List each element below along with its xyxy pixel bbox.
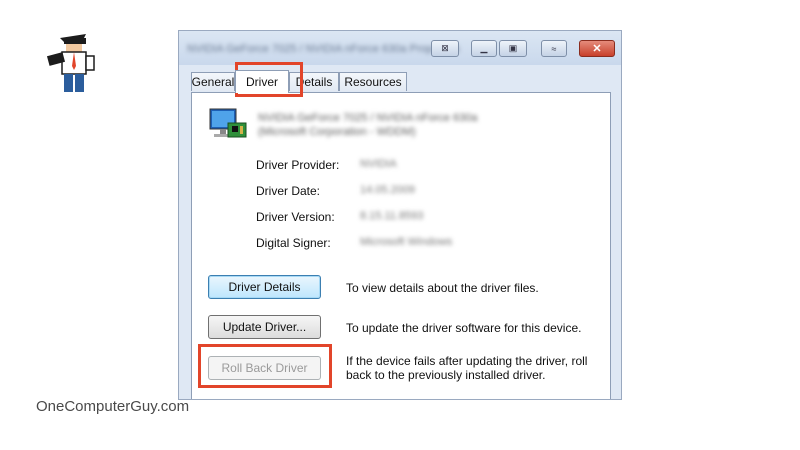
driver-version-value: 8.15.11.8593 xyxy=(360,210,424,222)
driver-date-label: Driver Date: xyxy=(256,184,321,198)
title-bar[interactable]: NVIDIA GeForce 7025 / NVIDIA nForce 630a… xyxy=(179,31,621,65)
driver-provider-value: NVIDIA xyxy=(360,158,397,170)
digital-signer-label: Digital Signer: xyxy=(256,236,331,250)
device-vendor: (Microsoft Corporation - WDDM) xyxy=(258,126,416,138)
device-name: NVIDIA GeForce 7025 / NVIDIA nForce 630a xyxy=(258,112,478,124)
driver-provider-label: Driver Provider: xyxy=(256,158,340,172)
maximize-icon[interactable]: ▣ xyxy=(499,40,527,57)
update-driver-description: To update the driver software for this d… xyxy=(346,321,582,335)
site-watermark: OneComputerGuy.com xyxy=(36,398,190,415)
device-properties-window: NVIDIA GeForce 7025 / NVIDIA nForce 630a… xyxy=(178,30,622,400)
roll-back-driver-description: If the device fails after updating the d… xyxy=(346,354,588,382)
driver-version-label: Driver Version: xyxy=(256,210,335,224)
minimize-icon[interactable]: ▁ xyxy=(471,40,497,57)
driver-tab-panel: NVIDIA GeForce 7025 / NVIDIA nForce 630a… xyxy=(191,92,611,399)
restore-icon[interactable]: ≈ xyxy=(541,40,567,57)
driver-details-button[interactable]: Driver Details xyxy=(208,275,321,299)
tab-details[interactable]: Details xyxy=(289,72,339,91)
brand-logo-icon xyxy=(46,34,95,92)
driver-date-value: 14.05.2009 xyxy=(360,184,416,196)
window-title: NVIDIA GeForce 7025 / NVIDIA nForce 630a… xyxy=(187,43,460,55)
digital-signer-value: Microsoft Windows xyxy=(360,236,453,248)
driver-details-description: To view details about the driver files. xyxy=(346,281,539,295)
device-name-block: NVIDIA GeForce 7025 / NVIDIA nForce 630a… xyxy=(258,111,478,139)
close-icon[interactable]: ✕ xyxy=(579,40,615,57)
display-adapter-icon xyxy=(209,108,247,138)
pin-icon[interactable]: ⊠ xyxy=(431,40,459,57)
tab-resources[interactable]: Resources xyxy=(339,72,407,91)
tab-general[interactable]: General xyxy=(191,72,235,91)
roll-back-driver-button[interactable]: Roll Back Driver xyxy=(208,356,321,380)
update-driver-button[interactable]: Update Driver... xyxy=(208,315,321,339)
tab-driver[interactable]: Driver xyxy=(235,70,289,93)
